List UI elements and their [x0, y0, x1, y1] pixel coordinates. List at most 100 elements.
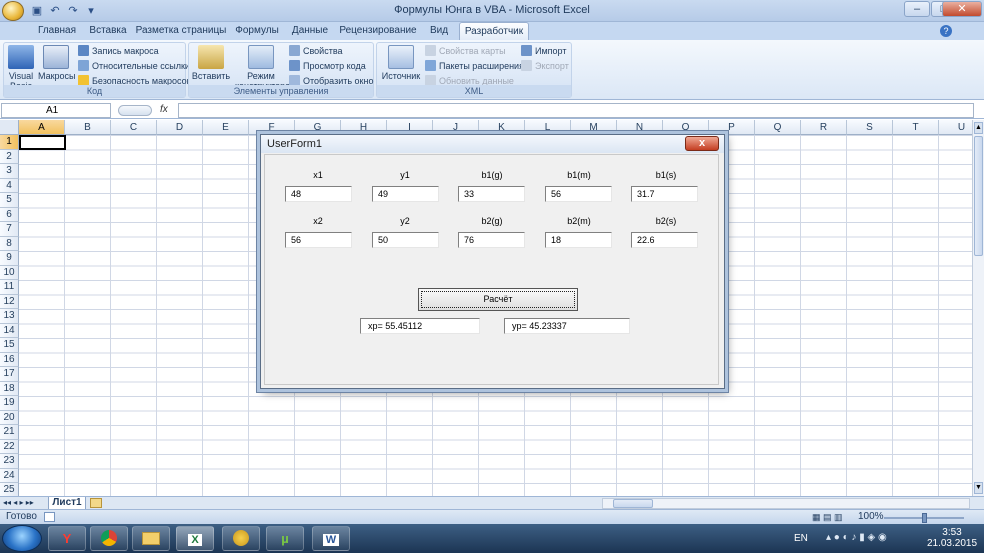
tab-page-layout[interactable]: Разметка страницы	[133, 22, 229, 40]
tab-developer[interactable]: Разработчик	[459, 22, 529, 40]
row-header-4[interactable]: 4	[0, 178, 19, 193]
input-x2[interactable]: 56	[285, 232, 352, 248]
row-header-12[interactable]: 12	[0, 294, 19, 309]
record-macro-button[interactable]: Запись макроса	[78, 44, 159, 58]
row-header-1[interactable]: 1	[0, 135, 19, 150]
input-b1g[interactable]: 33	[458, 186, 525, 202]
column-header-i[interactable]: I	[387, 120, 433, 135]
clock[interactable]: 3:53 21.03.2015	[922, 527, 982, 549]
formula-input[interactable]	[178, 103, 974, 118]
row-header-19[interactable]: 19	[0, 396, 19, 411]
input-b2g[interactable]: 76	[458, 232, 525, 248]
properties-button[interactable]: Свойства	[289, 44, 343, 58]
input-y2[interactable]: 50	[372, 232, 439, 248]
tray-icons[interactable]: ▴ ● ◐ ♪ ▮ ◈ ◉	[826, 532, 887, 543]
insert-sheet-icon[interactable]	[90, 498, 102, 508]
horizontal-scrollbar[interactable]	[602, 498, 970, 509]
input-b1m[interactable]: 56	[545, 186, 612, 202]
row-header-6[interactable]: 6	[0, 207, 19, 222]
chrome-icon[interactable]	[90, 526, 128, 551]
column-header-l[interactable]: L	[525, 120, 571, 135]
active-cell[interactable]	[19, 135, 66, 150]
row-header-10[interactable]: 10	[0, 265, 19, 280]
column-header-f[interactable]: F	[249, 120, 295, 135]
zoom-slider[interactable]	[884, 513, 964, 523]
file-explorer-icon[interactable]	[132, 526, 170, 551]
close-icon[interactable]: ✕	[942, 1, 982, 17]
row-header-8[interactable]: 8	[0, 236, 19, 251]
row-header-21[interactable]: 21	[0, 425, 19, 440]
row-header-17[interactable]: 17	[0, 367, 19, 382]
name-box[interactable]: A1	[1, 103, 111, 118]
calculate-button[interactable]: Расчёт	[418, 288, 578, 311]
customize-quick-access-icon[interactable]: ▾	[84, 4, 98, 18]
insert-control-button[interactable]: Вставить	[191, 45, 231, 81]
scroll-up-icon[interactable]: ▲	[974, 122, 983, 134]
row-header-16[interactable]: 16	[0, 352, 19, 367]
row-header-3[interactable]: 3	[0, 164, 19, 179]
column-header-c[interactable]: C	[111, 120, 157, 135]
column-header-p[interactable]: P	[709, 120, 755, 135]
result-yp[interactable]: yp= 45.23337	[504, 318, 630, 334]
tab-formulas[interactable]: Формулы	[229, 22, 285, 40]
vertical-scrollbar[interactable]: ▲ ▼	[972, 120, 984, 496]
undo-icon[interactable]: ↶	[48, 4, 62, 18]
export-button[interactable]: Экспорт	[521, 59, 569, 73]
help-icon[interactable]: ?	[940, 25, 952, 37]
map-properties-button[interactable]: Свойства карты	[425, 44, 506, 58]
sheet-nav-icons[interactable]: ◂◂ ◂ ▸ ▸▸	[3, 498, 34, 507]
minimize-icon[interactable]: –	[904, 1, 930, 17]
column-header-d[interactable]: D	[157, 120, 203, 135]
row-header-24[interactable]: 24	[0, 468, 19, 483]
view-buttons[interactable]: ▦ ▤ ▥	[812, 512, 843, 523]
result-xp[interactable]: xp= 55.45112	[360, 318, 480, 334]
column-header-h[interactable]: H	[341, 120, 387, 135]
column-header-t[interactable]: T	[893, 120, 939, 135]
column-header-s[interactable]: S	[847, 120, 893, 135]
column-header-o[interactable]: O	[663, 120, 709, 135]
column-header-g[interactable]: G	[295, 120, 341, 135]
view-code-button[interactable]: Просмотр кода	[289, 59, 366, 73]
zoom-slider-thumb[interactable]	[922, 513, 927, 523]
relative-references-button[interactable]: Относительные ссылки	[78, 59, 190, 73]
row-header-5[interactable]: 5	[0, 193, 19, 208]
tab-insert[interactable]: Вставка	[83, 22, 133, 40]
language-indicator[interactable]: EN	[794, 533, 808, 544]
source-button[interactable]: Источник	[379, 45, 423, 81]
row-header-23[interactable]: 23	[0, 454, 19, 469]
row-header-22[interactable]: 22	[0, 439, 19, 454]
row-header-20[interactable]: 20	[0, 410, 19, 425]
tab-review[interactable]: Рецензирование	[335, 22, 421, 40]
row-header-25[interactable]: 25	[0, 483, 19, 496]
yandex-browser-icon[interactable]: Y	[48, 526, 86, 551]
input-x1[interactable]: 48	[285, 186, 352, 202]
tab-view[interactable]: Вид	[421, 22, 457, 40]
vertical-scroll-thumb[interactable]	[974, 136, 983, 256]
macros-button[interactable]: Макросы	[38, 45, 76, 81]
column-header-b[interactable]: B	[65, 120, 111, 135]
userform-close-button[interactable]: x	[685, 136, 719, 151]
column-header-a[interactable]: A	[19, 120, 65, 135]
row-header-9[interactable]: 9	[0, 251, 19, 266]
insert-function-icon[interactable]: fx	[160, 104, 168, 115]
input-y1[interactable]: 49	[372, 186, 439, 202]
formula-bar-toggle[interactable]	[118, 105, 152, 116]
column-header-u[interactable]: U	[939, 120, 972, 135]
horizontal-scroll-thumb[interactable]	[613, 499, 653, 508]
column-header-r[interactable]: R	[801, 120, 847, 135]
input-b1s[interactable]: 31.7	[631, 186, 698, 202]
input-b2s[interactable]: 22.6	[631, 232, 698, 248]
column-header-k[interactable]: K	[479, 120, 525, 135]
row-header-13[interactable]: 13	[0, 309, 19, 324]
macro-record-status-icon[interactable]	[44, 512, 55, 522]
row-header-14[interactable]: 14	[0, 323, 19, 338]
start-button[interactable]	[2, 525, 42, 552]
column-header-n[interactable]: N	[617, 120, 663, 135]
tab-data[interactable]: Данные	[285, 22, 335, 40]
zoom-level[interactable]: 100%	[858, 511, 884, 522]
row-header-7[interactable]: 7	[0, 222, 19, 237]
row-header-11[interactable]: 11	[0, 280, 19, 295]
column-header-e[interactable]: E	[203, 120, 249, 135]
column-header-q[interactable]: Q	[755, 120, 801, 135]
column-header-j[interactable]: J	[433, 120, 479, 135]
